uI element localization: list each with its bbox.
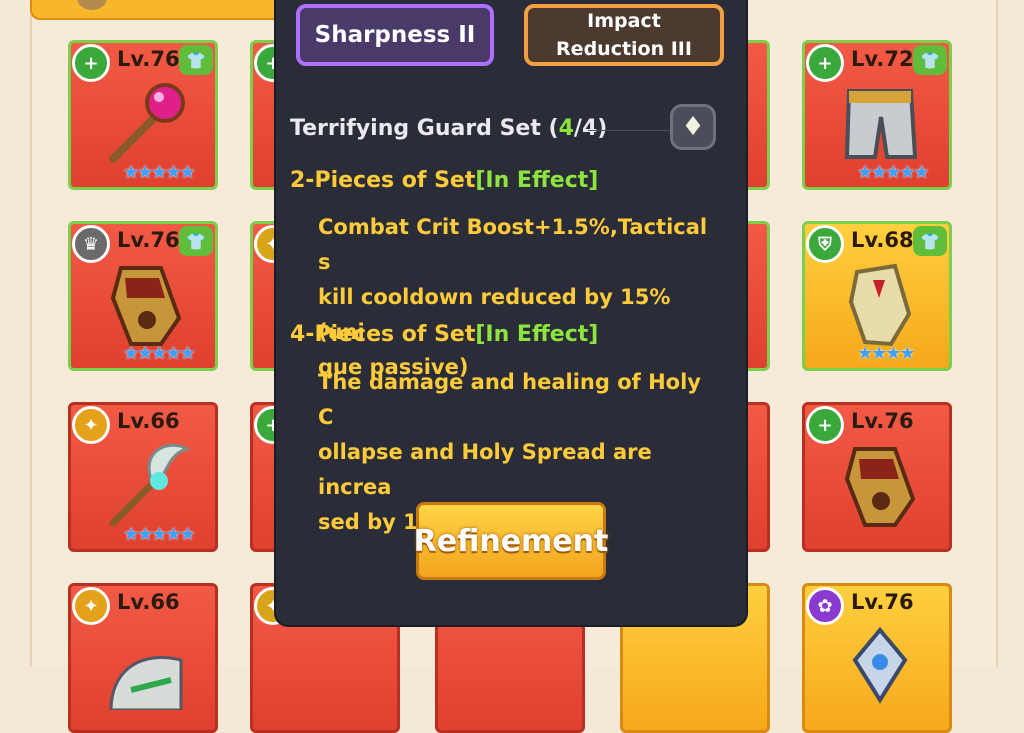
staff-pink-orb-icon bbox=[109, 83, 185, 163]
tag-impact-line2: Reduction III bbox=[556, 38, 692, 60]
bonus-4-header: 4-Pieces of Set[In Effect] bbox=[290, 322, 599, 347]
star-rating: ★★★★★ bbox=[123, 343, 196, 364]
set-count: 4 bbox=[558, 116, 574, 141]
star-rating: ★★★★★ bbox=[857, 162, 930, 183]
equipment-card[interactable]: ✿ Lv.76 bbox=[802, 583, 952, 733]
shirt-icon: 👕 bbox=[179, 45, 213, 75]
set-detail-popup: Sharpness II Impact Reduction III Terrif… bbox=[276, 0, 746, 625]
card-level: Lv.66 bbox=[117, 590, 180, 614]
equipment-card[interactable]: ✦ Lv.66 bbox=[68, 583, 218, 733]
equipment-card[interactable]: ♛ Lv.76 👕 ★★★★★ bbox=[68, 221, 218, 371]
equipment-card[interactable]: + Lv.76 bbox=[802, 402, 952, 552]
helmet-icon bbox=[109, 655, 183, 710]
star-rating: ★★★★★ bbox=[123, 524, 196, 545]
equipment-card[interactable]: ✦ Lv.66 ★★★★★ bbox=[68, 402, 218, 552]
armor-pants-icon bbox=[844, 89, 918, 159]
star-rating: ★★★★★ bbox=[123, 162, 196, 183]
card-level: Lv.76 bbox=[851, 409, 914, 433]
shirt-icon: 👕 bbox=[913, 45, 947, 75]
equipment-card[interactable]: + Lv.76 👕 ★★★★★ bbox=[68, 40, 218, 190]
gauntlet-icon bbox=[110, 266, 182, 346]
star-rating: ★★★★ bbox=[857, 343, 916, 364]
equipment-card[interactable]: ⛨ Lv.68 👕 ★★★★ bbox=[802, 221, 952, 371]
refinement-button[interactable]: Refinement bbox=[414, 502, 608, 580]
gauntlet-icon bbox=[844, 447, 916, 527]
tag-impact-reduction[interactable]: Impact Reduction III bbox=[524, 4, 724, 66]
shirt-icon: 👕 bbox=[179, 226, 213, 256]
card-level: Lv.68 bbox=[851, 228, 914, 252]
ornament-icon bbox=[852, 626, 908, 704]
bonus-2-description: Combat Crit Boost+1.5%,Tactical s kill c… bbox=[318, 215, 708, 379]
bonus-2-header: 2-Pieces of Set[In Effect] bbox=[290, 168, 599, 193]
tag-impact-line1: Impact bbox=[587, 10, 661, 32]
gem-icon[interactable]: ♦ bbox=[670, 104, 716, 150]
tag-sharpness-label: Sharpness II bbox=[314, 22, 476, 48]
tag-sharpness[interactable]: Sharpness II bbox=[296, 4, 494, 66]
card-level: Lv.76 bbox=[117, 47, 180, 71]
card-level: Lv.66 bbox=[117, 409, 180, 433]
gauntlet-gold-icon bbox=[848, 263, 912, 347]
divider bbox=[588, 130, 678, 131]
shirt-icon: 👕 bbox=[913, 226, 947, 256]
staff-wing-icon bbox=[109, 443, 191, 527]
card-level: Lv.76 bbox=[117, 228, 180, 252]
card-level: Lv.72 bbox=[851, 47, 914, 71]
card-level: Lv.76 bbox=[851, 590, 914, 614]
set-title: Terrifying Guard Set (4/4) bbox=[290, 116, 608, 141]
equipment-card[interactable]: + Lv.72 👕 ★★★★★ bbox=[802, 40, 952, 190]
